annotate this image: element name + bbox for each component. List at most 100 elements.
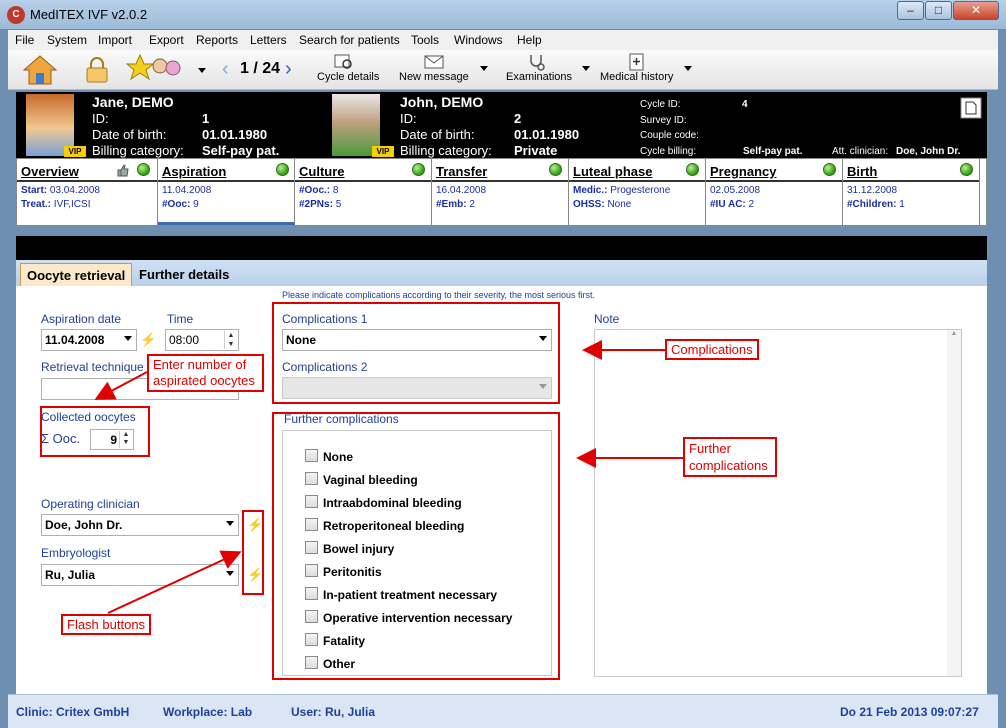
operating-clinician-select[interactable]: Doe, John Dr. [41, 514, 239, 536]
tab-oocyte-retrieval[interactable]: Oocyte retrieval [20, 263, 133, 286]
status-ok-icon [823, 163, 836, 176]
chevron-down-icon[interactable] [198, 68, 206, 73]
note-textarea[interactable]: ▲ [594, 329, 962, 677]
tab-bar: Oocyte retrieval Further details [16, 260, 987, 286]
phase-line-value: 9 [193, 199, 199, 210]
menu-export[interactable]: Export [149, 33, 184, 47]
female-billing-value: Self-pay pat. [202, 143, 280, 158]
phase-line-key: #2PNs: [299, 199, 333, 210]
cycle-details-button[interactable]: Cycle details [317, 71, 379, 83]
status-workplace: Workplace: Lab [163, 705, 253, 719]
status-ok-icon [276, 163, 289, 176]
time-field[interactable]: 08:00 ▲ ▼ [165, 329, 239, 351]
chevron-down-icon[interactable] [480, 66, 488, 71]
status-datetime: Do 21 Feb 2013 09:07:27 [840, 705, 979, 719]
phase-title: Overview [21, 164, 79, 179]
close-button[interactable]: ✕ [953, 1, 999, 20]
menu-tools[interactable]: Tools [411, 33, 439, 47]
aspiration-date-field[interactable]: 11.04.2008 [41, 329, 137, 351]
female-id-label: ID: [92, 111, 109, 126]
couple-icon[interactable] [126, 52, 186, 88]
chevron-down-icon[interactable] [226, 521, 234, 526]
phase-line-value: 2 [748, 199, 755, 210]
phase-line-key: #Ooc: [162, 199, 191, 210]
menu-file[interactable]: File [15, 33, 34, 47]
note-scrollbar[interactable]: ▲ [947, 330, 961, 676]
complications-callout: Complications [665, 339, 759, 360]
phase-line-key: #Emb: [436, 199, 467, 210]
phase-line-value: 8 [332, 185, 339, 196]
lock-icon[interactable] [84, 56, 110, 84]
previous-arrow-icon[interactable]: ‹ [222, 58, 229, 81]
embryologist-value: Ru, Julia [45, 568, 96, 582]
flash-buttons-highlight [242, 510, 264, 595]
cycle-pager: 1 / 24 [240, 60, 281, 77]
cycle-billing-value: Self-pay pat. [743, 146, 803, 157]
male-dob-label: Date of birth: [400, 127, 475, 142]
examinations-button[interactable]: Examinations [506, 71, 572, 83]
cycle-details-icon [334, 54, 352, 69]
phase-luteal[interactable]: Luteal phase Medic.: Progesterone OHSS: … [569, 159, 706, 225]
menu-import[interactable]: Import [98, 33, 132, 47]
status-ok-icon [549, 163, 562, 176]
vip-badge: VIP [64, 146, 86, 157]
minimize-button[interactable]: – [897, 1, 924, 20]
menu-help[interactable]: Help [517, 33, 542, 47]
medical-record-icon [629, 53, 644, 71]
phase-pregnancy[interactable]: Pregnancy 02.05.2008 #IU AC: 2 [706, 159, 843, 225]
phase-birth[interactable]: Birth 31.12.2008 #Children: 1 [843, 159, 980, 225]
callout-line: Enter number of [153, 357, 247, 372]
status-ok-icon [137, 163, 150, 176]
phase-line-value: 11.04.2008 [162, 185, 212, 196]
maximize-button[interactable]: □ [925, 1, 952, 20]
chevron-down-icon[interactable] [226, 571, 234, 576]
embryologist-label: Embryologist [41, 546, 111, 560]
home-icon[interactable] [22, 53, 58, 87]
phase-divider [158, 180, 294, 182]
phase-title: Birth [847, 164, 878, 179]
couple-code-label: Couple code: [640, 130, 699, 141]
callout-line: Further [689, 441, 731, 456]
further-complications-highlight [272, 412, 560, 680]
female-dob-value: 01.01.1980 [202, 127, 268, 142]
section-header-band [16, 236, 987, 260]
embryologist-select[interactable]: Ru, Julia [41, 564, 239, 586]
phase-title: Transfer [436, 164, 488, 179]
phase-culture[interactable]: Culture #Ooc.: 8 #2PNs: 5 [295, 159, 432, 225]
status-bar: Clinic: Critex GmbH Workplace: Lab User:… [8, 694, 998, 728]
time-label: Time [167, 312, 194, 326]
phase-overview[interactable]: Overview Start: 03.04.2008 Treat.: IVF,I… [17, 159, 158, 225]
oocyte-retrieval-panel: Please indicate complications according … [16, 286, 987, 694]
phase-title: Culture [299, 164, 345, 179]
chevron-down-icon[interactable] [684, 66, 692, 71]
menu-windows[interactable]: Windows [454, 33, 503, 47]
menu-reports[interactable]: Reports [196, 33, 238, 47]
chevron-down-icon[interactable] [582, 66, 590, 71]
phase-line-key: Treat.: [21, 199, 52, 210]
male-billing-label: Billing category: [400, 143, 492, 158]
menu-letters[interactable]: Letters [250, 33, 287, 47]
status-clinic: Clinic: Critex GmbH [16, 705, 130, 719]
menu-search-patients[interactable]: Search for patients [299, 33, 400, 47]
status-ok-icon [686, 163, 699, 176]
tab-further-details[interactable]: Further details [133, 263, 235, 286]
phase-line-value: Progesterone [610, 185, 671, 196]
menu-system[interactable]: System [47, 33, 87, 47]
phase-aspiration[interactable]: Aspiration 11.04.2008 #Ooc: 9 [158, 159, 295, 225]
male-patient-name: John, DEMO [400, 94, 484, 110]
cycle-id-value: 4 [742, 99, 748, 110]
flash-icon[interactable]: ⚡ [140, 333, 156, 347]
envelope-icon [424, 55, 444, 69]
phase-transfer[interactable]: Transfer 16.04.2008 #Emb: 2 [432, 159, 569, 225]
status-user: User: Ru, Julia [291, 705, 376, 719]
next-arrow-icon[interactable]: › [285, 58, 292, 81]
new-message-button[interactable]: New message [399, 71, 469, 83]
att-clinician-label: Att. clinician: [832, 146, 889, 157]
phase-line-value: 16.04.2008 [436, 185, 487, 196]
medical-history-button[interactable]: Medical history [600, 71, 673, 83]
chevron-down-icon[interactable] [124, 336, 132, 341]
stethoscope-icon [530, 55, 545, 71]
document-icon[interactable] [960, 97, 982, 119]
time-spinner[interactable]: ▲ ▼ [224, 331, 237, 349]
phase-title: Luteal phase [573, 164, 653, 179]
